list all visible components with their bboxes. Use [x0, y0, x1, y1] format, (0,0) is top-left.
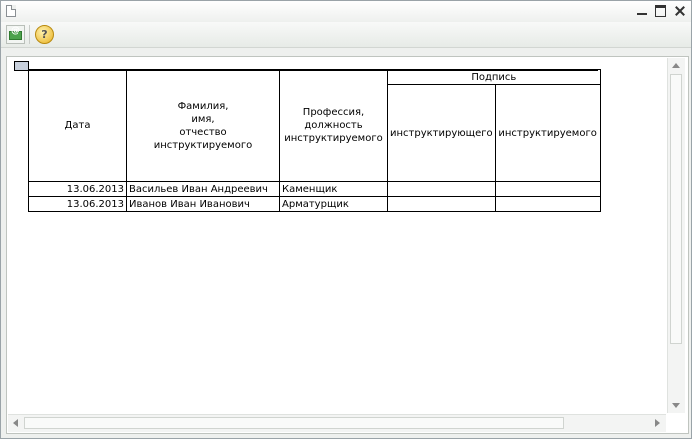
cell-name[interactable]: Васильев Иван Андреевич — [126, 181, 280, 197]
instruction-table: Дата Фамилия, имя, отчество инструктируе… — [28, 68, 601, 212]
minimize-button[interactable] — [635, 4, 649, 18]
send-email-button[interactable]: @ — [6, 25, 25, 44]
header-row-top: Дата Фамилия, имя, отчество инструктируе… — [28, 68, 601, 182]
cell-profession[interactable]: Каменщик — [279, 181, 388, 197]
scroll-down-icon[interactable] — [672, 403, 680, 408]
title-bar[interactable] — [1, 1, 691, 22]
report-window: @ ? Дата Фамилия, имя, отчество инструкт… — [0, 0, 692, 439]
cell-sign-instructed[interactable] — [494, 196, 601, 212]
cell-name[interactable]: Иванов Иван Иванович — [126, 196, 280, 212]
header-signature[interactable]: Подпись — [387, 68, 601, 86]
scroll-left-icon[interactable] — [13, 419, 18, 427]
help-icon: ? — [41, 28, 48, 41]
header-profession-line: должность — [304, 120, 363, 131]
cell-profession[interactable]: Арматурщик — [279, 196, 388, 212]
cell-date[interactable]: 13.06.2013 — [28, 181, 127, 197]
header-date[interactable]: Дата — [28, 69, 127, 182]
help-button[interactable]: ? — [35, 25, 54, 44]
header-name[interactable]: Фамилия, имя, отчество инструктируемого — [126, 69, 280, 182]
table-row: 13.06.2013 Иванов Иван Иванович Арматурщ… — [28, 196, 601, 212]
selected-cell-marker[interactable] — [14, 61, 29, 71]
table-row: 13.06.2013 Васильев Иван Андреевич Камен… — [28, 181, 601, 197]
horizontal-scroll-thumb[interactable] — [24, 417, 564, 429]
maximize-button[interactable] — [654, 4, 668, 18]
scroll-right-icon[interactable] — [655, 419, 660, 427]
close-button[interactable] — [673, 4, 687, 18]
header-name-line: Фамилия, — [177, 100, 229, 112]
header-profession-line: инструктируемого — [284, 133, 383, 144]
cell-sign-instructor[interactable] — [387, 181, 496, 197]
horizontal-scrollbar[interactable] — [8, 414, 666, 432]
document-icon — [6, 5, 16, 17]
scroll-up-icon[interactable] — [672, 63, 680, 68]
vertical-scroll-thumb[interactable] — [670, 74, 682, 344]
toolbar: @ ? — [1, 22, 691, 48]
cell-sign-instructor[interactable] — [387, 196, 496, 212]
header-name-line: отчество — [179, 126, 227, 138]
header-profession[interactable]: Профессия, должность инструктируемого — [279, 69, 388, 182]
spreadsheet-area[interactable]: Дата Фамилия, имя, отчество инструктируе… — [6, 56, 689, 434]
cell-sign-instructed[interactable] — [494, 181, 601, 197]
vertical-scrollbar[interactable] — [667, 58, 685, 413]
header-name-line: имя, — [191, 113, 215, 125]
header-signature-instructor[interactable]: инструктирующего — [387, 84, 496, 182]
header-profession-line: Профессия, — [302, 107, 365, 118]
cell-date[interactable]: 13.06.2013 — [28, 196, 127, 212]
header-name-line: инструктируемого — [153, 139, 253, 151]
header-signature-instructed[interactable]: инструктируемого — [494, 84, 601, 182]
toolbar-separator — [29, 25, 30, 44]
